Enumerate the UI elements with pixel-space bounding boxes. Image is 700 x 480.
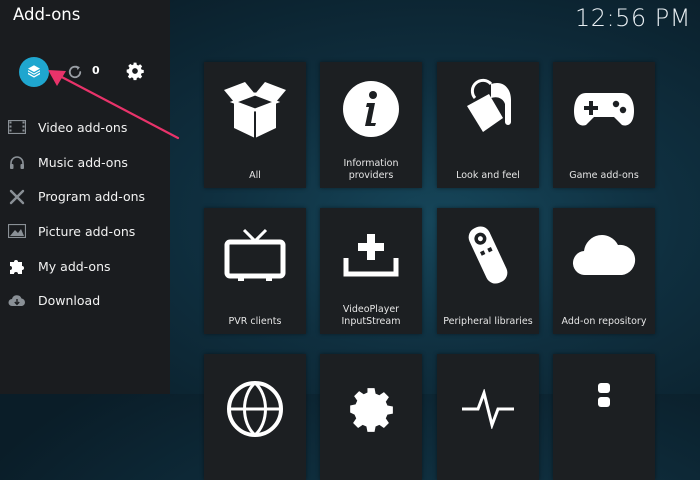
tile-label: Peripheral libraries	[443, 316, 533, 327]
gear-icon	[336, 374, 406, 444]
sidebar-item-program-addons[interactable]: Program add-ons	[0, 179, 170, 214]
clock: 12:56 PM	[575, 4, 691, 32]
page-title: Add-ons	[13, 5, 81, 24]
tile-label: Game add-ons	[569, 170, 639, 181]
tile-partial-1[interactable]	[204, 354, 306, 480]
cloud-icon	[569, 220, 639, 290]
waveform-icon	[453, 374, 523, 444]
tile-partial-4[interactable]	[553, 354, 655, 480]
film-icon	[8, 119, 26, 135]
cloud-download-icon	[8, 293, 26, 309]
tile-videoplayer-inputstream[interactable]: VideoPlayer InputStream	[320, 208, 422, 334]
tile-game-addons[interactable]: Game add-ons	[553, 62, 655, 188]
tv-icon	[220, 220, 290, 290]
sidebar-menu: Video add-ons Music add-ons Program add-…	[0, 110, 170, 318]
sidebar-item-picture-addons[interactable]: Picture add-ons	[0, 214, 170, 249]
gamepad-icon	[569, 74, 639, 144]
tile-look-and-feel[interactable]: Look and feel	[437, 62, 539, 188]
sidebar-item-label: My add-ons	[38, 258, 111, 274]
puzzle-icon	[8, 258, 26, 275]
tile-label: All	[249, 170, 261, 181]
tile-label: Add-on repository	[561, 316, 647, 327]
tile-addon-repository[interactable]: Add-on repository	[553, 208, 655, 334]
tile-pvr-clients[interactable]: PVR clients	[204, 208, 306, 334]
sidebar-item-music-addons[interactable]: Music add-ons	[0, 145, 170, 180]
tile-label: Look and feel	[456, 170, 520, 181]
sidebar-item-label: Picture add-ons	[38, 223, 136, 239]
sidebar-item-my-addons[interactable]: My add-ons	[0, 249, 170, 284]
tile-peripheral-libraries[interactable]: Peripheral libraries	[437, 208, 539, 334]
tile-information-providers[interactable]: Information providers	[320, 62, 422, 188]
open-box-icon	[220, 74, 290, 144]
paint-bucket-icon	[453, 74, 523, 144]
inputstream-icon	[336, 220, 406, 290]
sidebar-item-label: Music add-ons	[38, 154, 128, 170]
picture-icon	[8, 223, 26, 239]
slider-icon	[569, 374, 639, 444]
tile-partial-2[interactable]	[320, 354, 422, 480]
info-icon	[336, 74, 406, 144]
tile-label: VideoPlayer InputStream	[341, 304, 401, 327]
sidebar-item-label: Video add-ons	[38, 119, 128, 135]
globe-icon	[220, 374, 290, 444]
tile-all[interactable]: All	[204, 62, 306, 188]
sidebar-item-label: Download	[38, 293, 101, 309]
remote-icon	[453, 220, 523, 290]
sidebar-item-download[interactable]: Download	[0, 283, 170, 318]
tools-icon	[8, 189, 26, 205]
sidebar-item-video-addons[interactable]: Video add-ons	[0, 110, 170, 145]
tile-partial-3[interactable]	[437, 354, 539, 480]
headphones-icon	[8, 154, 26, 170]
sidebar-item-label: Program add-ons	[38, 189, 146, 205]
tile-label: PVR clients	[228, 316, 282, 327]
tile-label: Information providers	[343, 158, 399, 181]
